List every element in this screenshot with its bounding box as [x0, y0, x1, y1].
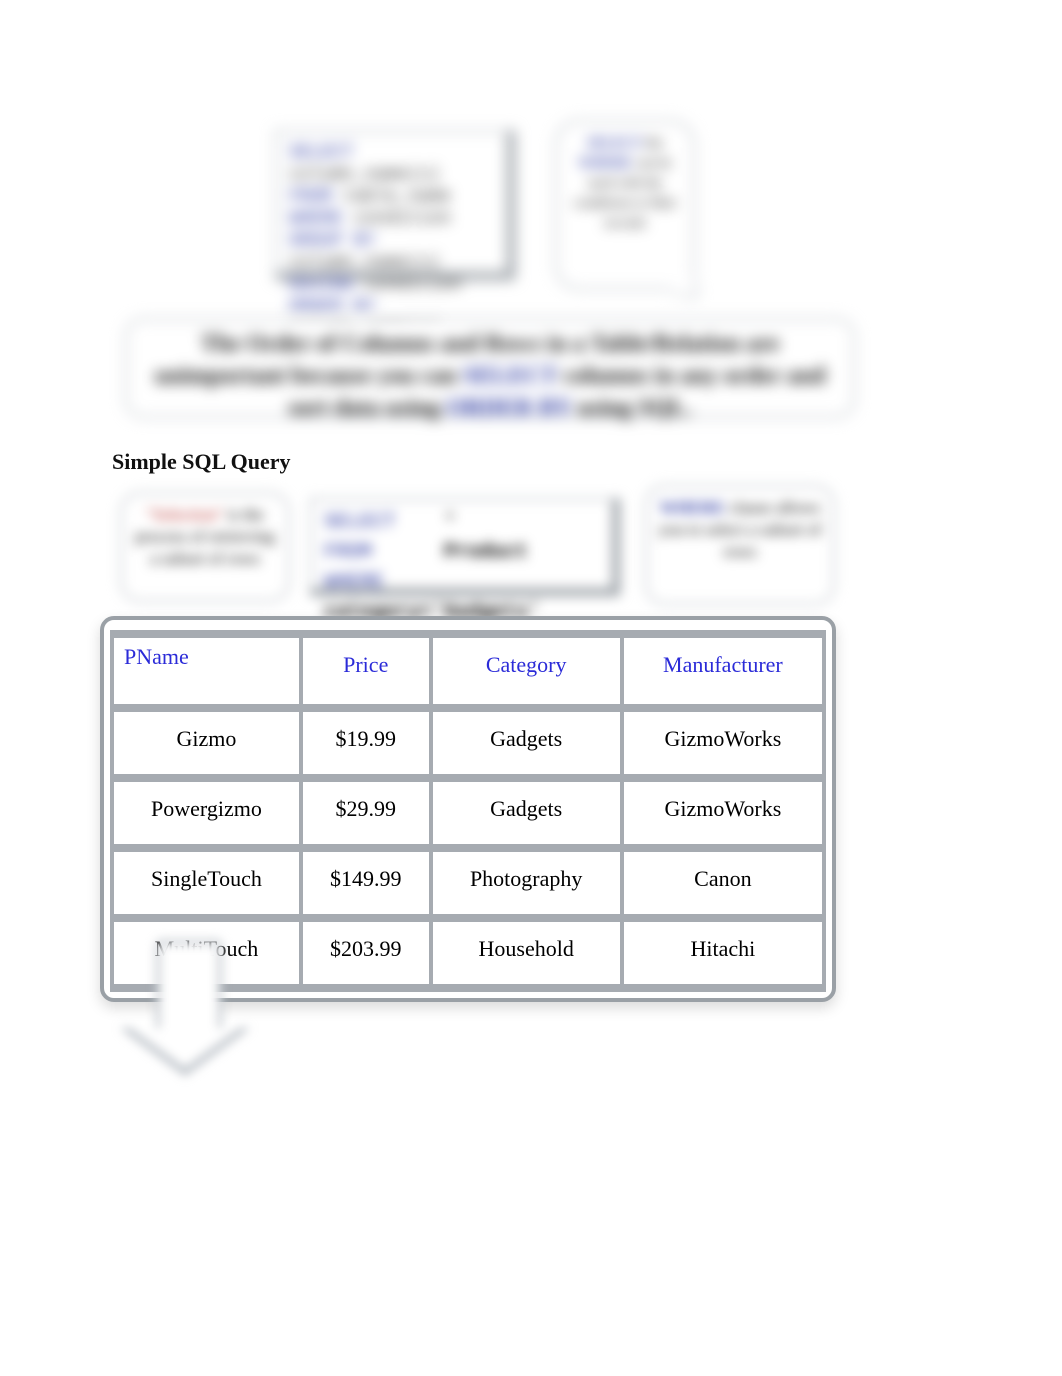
- cell-pname: SingleTouch: [114, 852, 299, 914]
- kw-select: SELECT: [289, 143, 354, 163]
- cell-pname: Powergizmo: [114, 782, 299, 844]
- cell-category: Gadgets: [433, 782, 620, 844]
- callout-keyword: "Selection": [146, 505, 223, 524]
- table-row: Powergizmo $29.99 Gadgets GizmoWorks: [114, 782, 822, 844]
- cell-category: Gadgets: [433, 712, 620, 774]
- cell-pname: Gizmo: [114, 712, 299, 774]
- syntax-line: GROUP BY column_name(s): [289, 230, 495, 274]
- syntax-line: HAVING condition: [289, 274, 495, 296]
- sql-syntax-card: SELECT column_name(s) FROM table_name WH…: [275, 130, 515, 280]
- kw-select: SELECT: [463, 363, 557, 389]
- cell-manufacturer: GizmoWorks: [624, 712, 822, 774]
- val: *: [444, 511, 456, 534]
- col-pname: PName: [114, 638, 299, 704]
- kw-where: WHERE: [660, 498, 725, 517]
- sql-line: FROM Product: [324, 538, 600, 568]
- kw-orderby: ORDER BY: [446, 395, 571, 421]
- kw-orderby: ORDER BY: [289, 297, 375, 317]
- kw-having: HAVING: [289, 275, 354, 295]
- table-row: Gizmo $19.99 Gadgets GizmoWorks: [114, 712, 822, 774]
- section-heading: Simple SQL Query: [112, 449, 290, 475]
- kw-where: WHERE: [578, 156, 632, 171]
- cell-price: $29.99: [303, 782, 429, 844]
- bubble-text: the: [646, 136, 663, 151]
- val: table_name: [343, 187, 451, 207]
- cell-category: Household: [433, 922, 620, 984]
- kw-groupby: GROUP BY: [289, 231, 375, 251]
- syntax-line: WHERE condition: [289, 208, 495, 230]
- col-category: Category: [433, 638, 620, 704]
- kw-from: FROM: [289, 187, 332, 207]
- callout-where: WHERE clause allows you to select a subs…: [645, 485, 835, 605]
- banner-text: using SQL.: [577, 395, 692, 421]
- kw-where: WHERE: [289, 209, 343, 229]
- val: condition: [365, 275, 462, 295]
- cell-manufacturer: Canon: [624, 852, 822, 914]
- down-arrow-icon: [120, 940, 250, 1080]
- val: column_name(s): [289, 253, 440, 273]
- product-table: PName Price Category Manufacturer Gizmo …: [110, 630, 826, 992]
- sql-line: SELECT *: [324, 508, 600, 538]
- val: Product: [444, 541, 528, 564]
- table-header-row: PName Price Category Manufacturer: [114, 638, 822, 704]
- val: column_name(s): [289, 165, 440, 185]
- kw-where: WHERE: [324, 571, 384, 594]
- sql-example-card: SELECT * FROM Product WHERE category='Ga…: [310, 498, 620, 596]
- val: condition: [354, 209, 451, 229]
- cell-price: $19.99: [303, 712, 429, 774]
- callout-bubble: SELECT the WHERE can be used with the co…: [555, 120, 695, 290]
- table-row: SingleTouch $149.99 Photography Canon: [114, 852, 822, 914]
- cell-manufacturer: Hitachi: [624, 922, 822, 984]
- callout-selection: "Selection" is the process of retrieving…: [120, 492, 290, 602]
- col-manufacturer: Manufacturer: [624, 638, 822, 704]
- kw-select: SELECT: [324, 511, 396, 534]
- cell-manufacturer: GizmoWorks: [624, 782, 822, 844]
- kw-select: SELECT: [587, 136, 642, 151]
- info-banner: The Order of Columns and Rows in a Table…: [125, 318, 855, 418]
- syntax-line: FROM table_name: [289, 186, 495, 208]
- kw-from: FROM: [324, 541, 372, 564]
- col-price: Price: [303, 638, 429, 704]
- syntax-line: SELECT column_name(s): [289, 142, 495, 186]
- cell-price: $149.99: [303, 852, 429, 914]
- cell-category: Photography: [433, 852, 620, 914]
- cell-price: $203.99: [303, 922, 429, 984]
- bubble-text: conditions to filter records: [573, 196, 676, 231]
